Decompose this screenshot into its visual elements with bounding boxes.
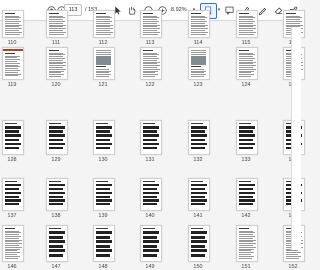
page-number-label: 131 [145,157,155,163]
thumbnail-grid: 1101111121131141151161191201211221231241… [0,10,305,270]
page-preview [188,120,210,155]
page-number-label: 130 [98,157,108,163]
page-number-label: 119 [7,82,17,88]
page-preview [188,10,210,38]
page-preview [140,178,162,211]
page-preview [140,120,162,155]
hand-icon[interactable] [125,0,137,20]
page-preview [2,10,24,38]
page-preview [236,47,258,80]
page-number-label: 149 [145,264,155,270]
page-preview [236,10,258,38]
page-number-label: 152 [288,264,298,270]
page-preview [188,225,210,262]
page-number-label: 139 [98,213,108,219]
page-number-label: 141 [193,213,203,219]
page-preview [93,178,115,211]
page-preview [93,225,115,262]
page-preview [188,47,210,80]
zoom-level: 8.92% [171,7,187,13]
page-number-label: 110 [7,40,17,46]
page-number-label: 140 [145,213,155,219]
page-number-label: 148 [98,264,108,270]
page-number-label: 120 [51,82,61,88]
page-preview [236,225,258,262]
page-number-label: 150 [193,264,203,270]
page-number-label: 132 [193,157,203,163]
page-number-label: 112 [98,40,108,46]
page-number-label: 121 [98,82,108,88]
page-preview [46,178,68,211]
page-number-label: 122 [145,82,155,88]
page-number-label: 115 [241,40,251,46]
page-preview [140,10,162,38]
page-number-label: 142 [241,213,251,219]
page-preview [93,120,115,155]
page-preview [2,47,24,80]
page-preview [188,178,210,211]
page-number-label: 137 [7,213,17,219]
page-preview [236,120,258,155]
page-preview [236,178,258,211]
page-preview [93,47,115,80]
page-number-label: 147 [51,264,61,270]
page-preview [46,225,68,262]
page-preview [2,120,24,155]
page-number-label: 113 [145,40,155,46]
page-number-label: 138 [51,213,61,219]
page-preview [46,47,68,80]
page-preview [2,225,24,262]
page-number-label: 128 [7,157,17,163]
page-number-label: 129 [51,157,61,163]
page-number-label: 114 [193,40,203,46]
page-preview [46,120,68,155]
comment-icon[interactable] [222,0,236,20]
page-preview [140,225,162,262]
page-preview [2,178,24,211]
page-preview [140,47,162,80]
page-number-label: 111 [51,40,61,46]
page-preview [46,10,68,38]
right-side-panel [291,27,301,250]
page-preview [93,10,115,38]
page-number-label: 151 [241,264,251,270]
page-number-label: 146 [7,264,17,270]
page-number-label: 133 [241,157,251,163]
page-number-label: 124 [241,82,251,88]
page-number-label: 123 [193,82,203,88]
